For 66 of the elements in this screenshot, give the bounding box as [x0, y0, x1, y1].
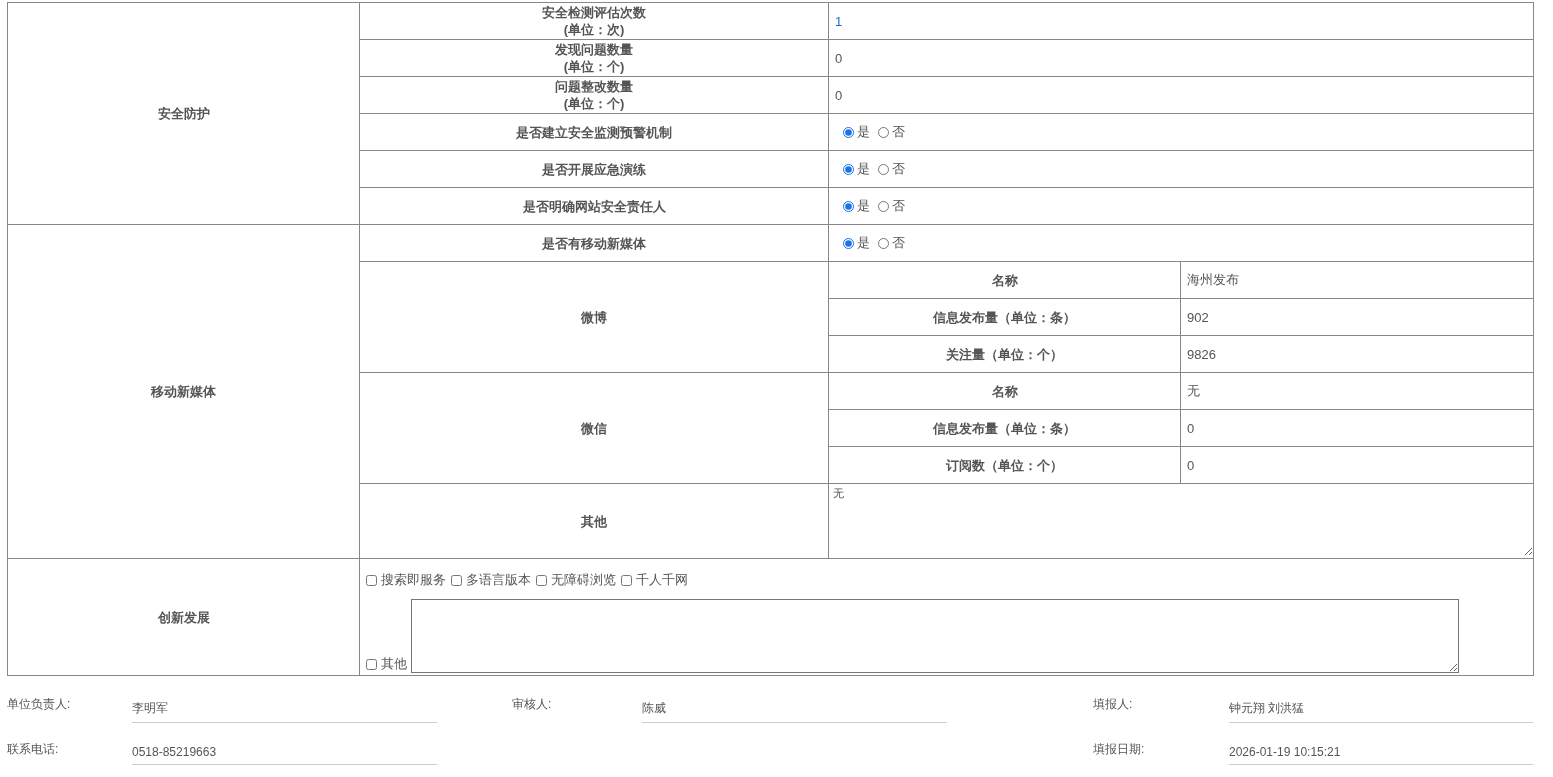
radio-label: 否 — [892, 197, 905, 215]
radio-label: 否 — [892, 234, 905, 252]
field-label: 填报日期: — [1093, 741, 1146, 758]
radio-label: 是 — [857, 123, 870, 141]
field-value: 0 — [835, 50, 843, 66]
field-label: 名称 — [991, 382, 1018, 400]
field-label: 其他 — [581, 512, 607, 530]
checkbox-label: 其他 — [381, 655, 407, 673]
field-value: 0 — [1187, 420, 1195, 436]
field-label: 信息发布量（单位：条） — [933, 308, 1076, 326]
radio-button[interactable] — [878, 126, 889, 138]
checkbox[interactable] — [451, 574, 462, 586]
radio-button[interactable] — [843, 163, 854, 175]
radio-label: 否 — [892, 123, 905, 141]
field-value: 海州发布 — [1187, 272, 1239, 287]
field-value: 钟元翔 刘洪猛 — [1229, 688, 1533, 723]
field-label: 审核人: — [512, 696, 553, 713]
field-value: 0 — [835, 87, 843, 103]
section-title: 安全防护 — [157, 105, 210, 122]
checkbox[interactable] — [366, 658, 377, 670]
field-label: 信息发布量（单位：条） — [933, 419, 1076, 437]
field-label: 订阅数（单位：个） — [946, 456, 1063, 474]
checkbox[interactable] — [366, 574, 377, 586]
radio-label: 是 — [857, 160, 870, 178]
field-value: 2026-01-19 10:15:21 — [1229, 733, 1533, 765]
field-value: 902 — [1187, 309, 1209, 325]
field-label: 联系电话: — [7, 741, 60, 758]
value-link[interactable]: 1 — [835, 13, 843, 29]
text-area[interactable]: 无 — [828, 483, 1534, 559]
field-label: 是否建立安全监测预警机制 — [516, 123, 672, 141]
section-title: 创新发展 — [157, 608, 210, 626]
radio-button[interactable] — [878, 163, 889, 175]
field-value: 陈威 — [642, 688, 947, 723]
checkbox[interactable] — [621, 574, 632, 586]
radio-button[interactable] — [878, 200, 889, 212]
field-value: 9826 — [1187, 346, 1216, 362]
radio-button[interactable] — [843, 200, 854, 212]
section-title: 移动新媒体 — [151, 383, 216, 400]
checkbox-label: 搜索即服务 — [381, 571, 446, 589]
field-label: 填报人: — [1093, 696, 1134, 713]
field-label: 关注量（单位：个） — [946, 345, 1063, 363]
field-value: 无 — [1187, 383, 1200, 398]
field-label: 是否有移动新媒体 — [542, 234, 646, 252]
field-label: 微信 — [581, 419, 607, 437]
text-area[interactable] — [411, 599, 1459, 673]
field-label: 微博 — [581, 308, 607, 326]
radio-label: 是 — [857, 197, 870, 215]
field-value: 李明军 — [132, 688, 437, 723]
radio-label: 否 — [892, 160, 905, 178]
checkbox-label: 千人千网 — [636, 571, 688, 589]
checkbox-label: 无障碍浏览 — [551, 571, 616, 589]
radio-button[interactable] — [843, 237, 854, 249]
field-label: 是否明确网站安全责任人 — [522, 197, 666, 215]
field-label: 单位负责人: — [7, 696, 72, 713]
checkbox[interactable] — [536, 574, 547, 586]
radio-button[interactable] — [878, 237, 889, 249]
field-label: 问题整改数量 (单位：个) — [555, 78, 633, 112]
field-value: 0518-85219663 — [132, 733, 437, 765]
field-label: 是否开展应急演练 — [542, 160, 646, 178]
field-label: 名称 — [991, 271, 1018, 289]
field-value: 0 — [1187, 457, 1195, 473]
radio-button[interactable] — [843, 126, 854, 138]
field-label: 发现问题数量 (单位：个) — [555, 41, 633, 75]
checkbox-label: 多语言版本 — [466, 571, 531, 589]
field-label: 安全检测评估次数 (单位：次) — [542, 4, 646, 38]
radio-label: 是 — [857, 234, 870, 252]
